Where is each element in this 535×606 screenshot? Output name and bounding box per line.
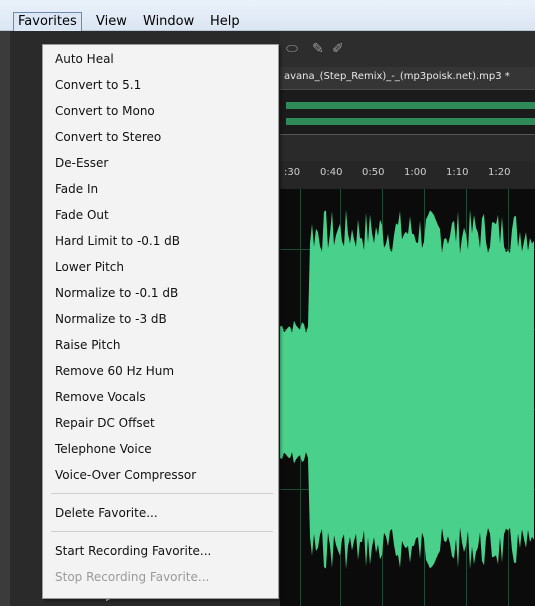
time-ruler[interactable]: :30 0:40 0:50 1:00 1:10 1:20: [280, 161, 535, 190]
left-panel-strip: [0, 31, 10, 606]
menu-separator: [51, 531, 273, 532]
menu-item-fade-out[interactable]: Fade Out: [55, 205, 109, 225]
time-tick: 0:40: [320, 167, 343, 178]
favorites-menu: Auto Heal Convert to 5.1 Convert to Mono…: [42, 44, 279, 599]
menu-item-fade-in[interactable]: Fade In: [55, 179, 98, 199]
time-tick: 1:00: [404, 167, 427, 178]
menu-separator: [51, 493, 273, 494]
time-tick: 0:50: [362, 167, 385, 178]
waveform-display[interactable]: [280, 189, 535, 606]
menu-item-convert-5-1[interactable]: Convert to 5.1: [55, 75, 141, 95]
menu-item-normalize-3[interactable]: Normalize to -3 dB: [55, 309, 167, 329]
menu-item-remove-vocals[interactable]: Remove Vocals: [55, 387, 146, 407]
overview-channel-right: [286, 118, 535, 125]
waveform-icon: [280, 209, 534, 570]
menu-item-normalize-0-1[interactable]: Normalize to -0.1 dB: [55, 283, 178, 303]
time-tick: 1:10: [446, 167, 469, 178]
spot-heal-tool-icon[interactable]: ✐: [332, 41, 344, 57]
time-tick: 1:20: [488, 167, 511, 178]
overview-channel-left: [286, 102, 535, 109]
menu-item-convert-stereo[interactable]: Convert to Stereo: [55, 127, 161, 147]
file-tab[interactable]: avana_(Step_Remix)_-_(mp3poisk.net).mp3 …: [284, 71, 535, 82]
file-tab-bar: avana_(Step_Remix)_-_(mp3poisk.net).mp3 …: [280, 67, 535, 90]
menu-item-repair-dc[interactable]: Repair DC Offset: [55, 413, 155, 433]
menu-view[interactable]: View: [92, 14, 131, 30]
menu-item-remove-hum[interactable]: Remove 60 Hz Hum: [55, 361, 174, 381]
menu-item-delete-favorite[interactable]: Delete Favorite...: [55, 503, 158, 523]
menu-item-telephone-voice[interactable]: Telephone Voice: [55, 439, 152, 459]
overview-waveform[interactable]: [280, 90, 535, 135]
menu-item-de-esser[interactable]: De-Esser: [55, 153, 108, 173]
menu-item-auto-heal[interactable]: Auto Heal: [55, 49, 114, 69]
menu-help[interactable]: Help: [206, 14, 244, 30]
menu-item-convert-mono[interactable]: Convert to Mono: [55, 101, 155, 121]
menu-bar: Favorites View Window Help: [0, 0, 535, 32]
editor-toolbar: ⬭ ✎ ✐: [280, 31, 535, 68]
menu-item-hard-limit[interactable]: Hard Limit to -0.1 dB: [55, 231, 180, 251]
menu-item-start-recording[interactable]: Start Recording Favorite...: [55, 541, 211, 561]
menu-favorites[interactable]: Favorites: [13, 12, 82, 32]
menu-item-stop-recording: Stop Recording Favorite...: [55, 570, 210, 584]
menu-window[interactable]: Window: [139, 14, 198, 30]
menu-item-lower-pitch[interactable]: Lower Pitch: [55, 257, 124, 277]
menu-item-raise-pitch[interactable]: Raise Pitch: [55, 335, 120, 355]
brush-tool-icon[interactable]: ✎: [312, 41, 324, 57]
menu-item-voice-over[interactable]: Voice-Over Compressor: [55, 465, 196, 485]
lasso-tool-icon[interactable]: ⬭: [286, 41, 298, 57]
time-tick: :30: [284, 167, 301, 178]
